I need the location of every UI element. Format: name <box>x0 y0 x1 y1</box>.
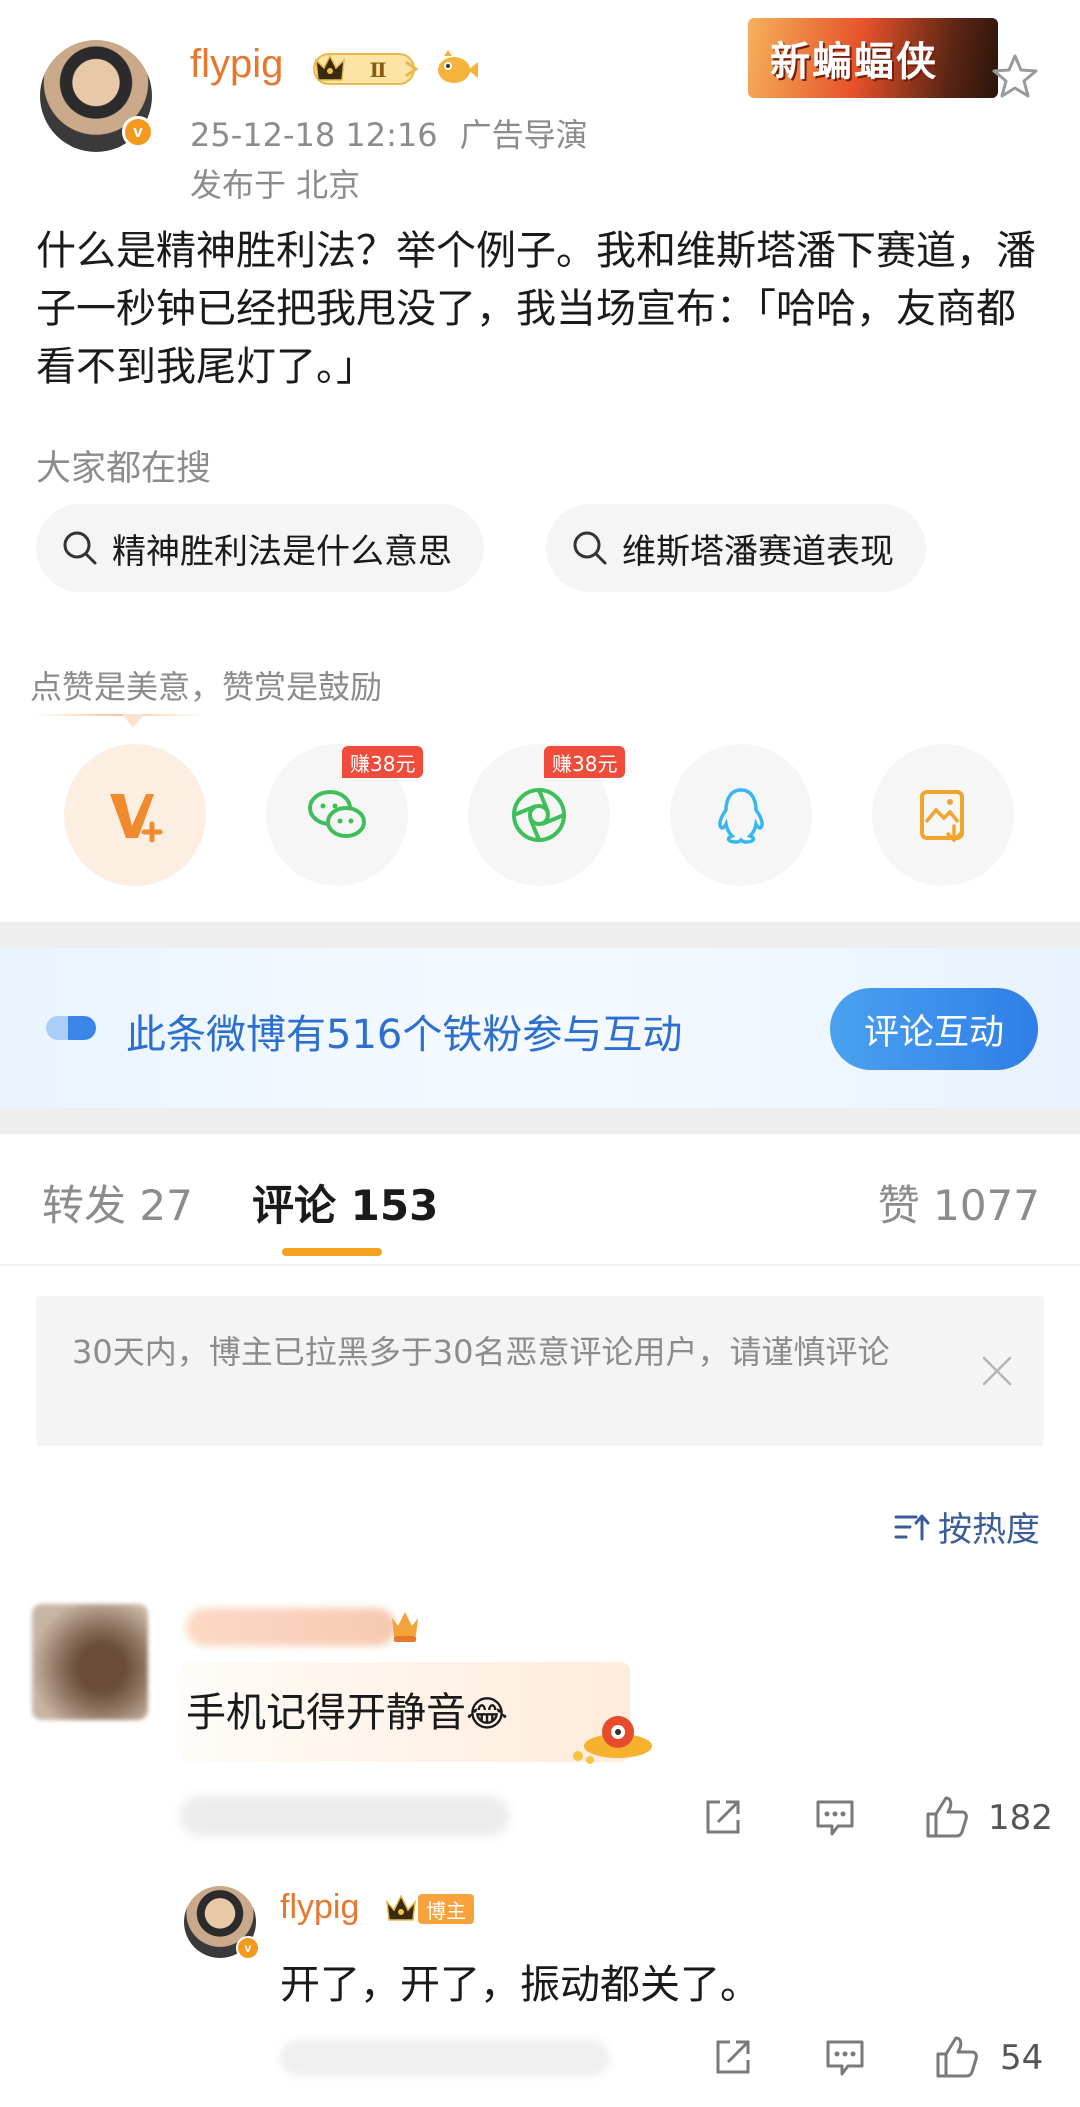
blogger-tag: 博主 <box>418 1894 474 1924</box>
comment-meta-blurred <box>180 1796 510 1836</box>
tip-divider <box>34 714 204 716</box>
section-divider <box>0 922 1080 948</box>
wechat-icon <box>308 790 366 838</box>
tab-like[interactable]: 赞 1077 <box>878 1172 1040 1233</box>
v-plus-reward-button[interactable] <box>64 744 206 886</box>
tabs-divider <box>0 1264 1080 1266</box>
comment-icon[interactable] <box>812 1794 858 1840</box>
crown-badge-icon <box>385 1894 417 1921</box>
like-count: 182 <box>988 1798 1053 1838</box>
search-chip-label: 精神胜利法是什么意思 <box>112 531 452 572</box>
commenter-avatar[interactable] <box>32 1604 148 1720</box>
like-icon[interactable] <box>924 1794 970 1840</box>
post-location: 发布于 北京 <box>190 166 361 204</box>
like-icon[interactable] <box>934 2034 980 2080</box>
trending-search-title: 大家都在搜 <box>36 449 212 489</box>
author-avatar[interactable]: v <box>40 40 154 152</box>
section-divider <box>0 1108 1080 1134</box>
post-date: 25-12-18 12:16 <box>190 116 438 154</box>
author-name[interactable]: flypig <box>190 42 283 87</box>
share-icon[interactable] <box>710 2034 756 2080</box>
active-tab-indicator <box>282 1248 382 1256</box>
reply-author-name[interactable]: flypig <box>280 1888 359 1927</box>
share-icon[interactable] <box>700 1794 746 1840</box>
post-source: 广告导演 <box>459 116 588 154</box>
ufo-decoration-icon <box>573 1716 652 1764</box>
block-notice: 30天内，博主已拉黑多于30名恶意评论用户，请谨慎评论 <box>36 1296 1044 1446</box>
save-image-icon <box>920 790 964 843</box>
search-chip-2[interactable]: 维斯塔潘赛道表现 <box>546 504 926 592</box>
comment-text: 手机记得开静音😂 <box>186 1680 508 1738</box>
member-level-badge[interactable]: Ⅱ <box>312 50 424 88</box>
search-chip-label: 维斯塔潘赛道表现 <box>622 531 894 572</box>
post-body: 什么是精神胜利法？举个例子。我和维斯塔潘下赛道，潘子一秒钟已经把我甩没了，我当场… <box>36 228 1036 390</box>
tab-forward[interactable]: 转发 27 <box>42 1172 193 1233</box>
tip-pointer-icon <box>122 714 144 728</box>
favorite-star-icon[interactable] <box>990 52 1040 102</box>
tab-comment[interactable]: 评论 153 <box>252 1172 438 1233</box>
v-plus-icon <box>110 794 163 843</box>
laugh-cry-emoji-icon: 😂 <box>466 1694 509 1735</box>
earn-badge: 赚38元 <box>342 746 424 778</box>
sort-label: 按热度 <box>938 1510 1040 1550</box>
member-level-text: Ⅱ <box>370 58 387 82</box>
comment-text-body: 手机记得开静音 <box>186 1690 466 1736</box>
qq-icon <box>718 788 764 844</box>
sort-by-hot-button[interactable]: 按热度 <box>894 1502 1040 1551</box>
search-icon <box>63 531 97 565</box>
reply-text: 开了，开了，振动都关了。 <box>280 1962 760 2008</box>
fans-interaction-banner[interactable]: 此条微博有516个铁粉参与互动 评论互动 <box>0 948 1080 1108</box>
verified-badge: v <box>236 1936 260 1960</box>
search-chip-1[interactable]: 精神胜利法是什么意思 <box>36 504 484 592</box>
reward-tip: 点赞是美意，赞赏是鼓励 <box>30 668 383 706</box>
sort-icon <box>894 1514 930 1540</box>
commenter-name-blurred[interactable] <box>186 1608 396 1646</box>
comment-interaction-button[interactable]: 评论互动 <box>830 988 1038 1070</box>
save-image-button[interactable] <box>872 744 1014 886</box>
reply-author-avatar[interactable]: v <box>184 1886 260 1960</box>
fish-icon <box>438 50 478 83</box>
notice-text: 30天内，博主已拉黑多于30名恶意评论用户，请谨慎评论 <box>72 1333 890 1371</box>
share-qq-button[interactable] <box>670 744 812 886</box>
earn-badge: 赚38元 <box>544 746 626 778</box>
crown-badge-icon <box>392 1612 418 1642</box>
comment-icon[interactable] <box>822 2034 868 2080</box>
post-meta: 25-12-18 12:16 广告导演 <box>190 110 588 156</box>
like-count: 54 <box>1000 2038 1044 2078</box>
fans-pill-icon <box>46 1016 96 1040</box>
verified-badge: v <box>122 116 154 148</box>
search-icon <box>573 531 607 565</box>
banner-text: 此条微博有516个铁粉参与互动 <box>126 1012 683 1058</box>
reply-meta-blurred <box>280 2040 610 2076</box>
movie-sticker[interactable]: 新蝙蝠侠 <box>748 18 998 98</box>
close-icon[interactable] <box>980 1354 1014 1388</box>
moments-icon <box>512 788 566 842</box>
